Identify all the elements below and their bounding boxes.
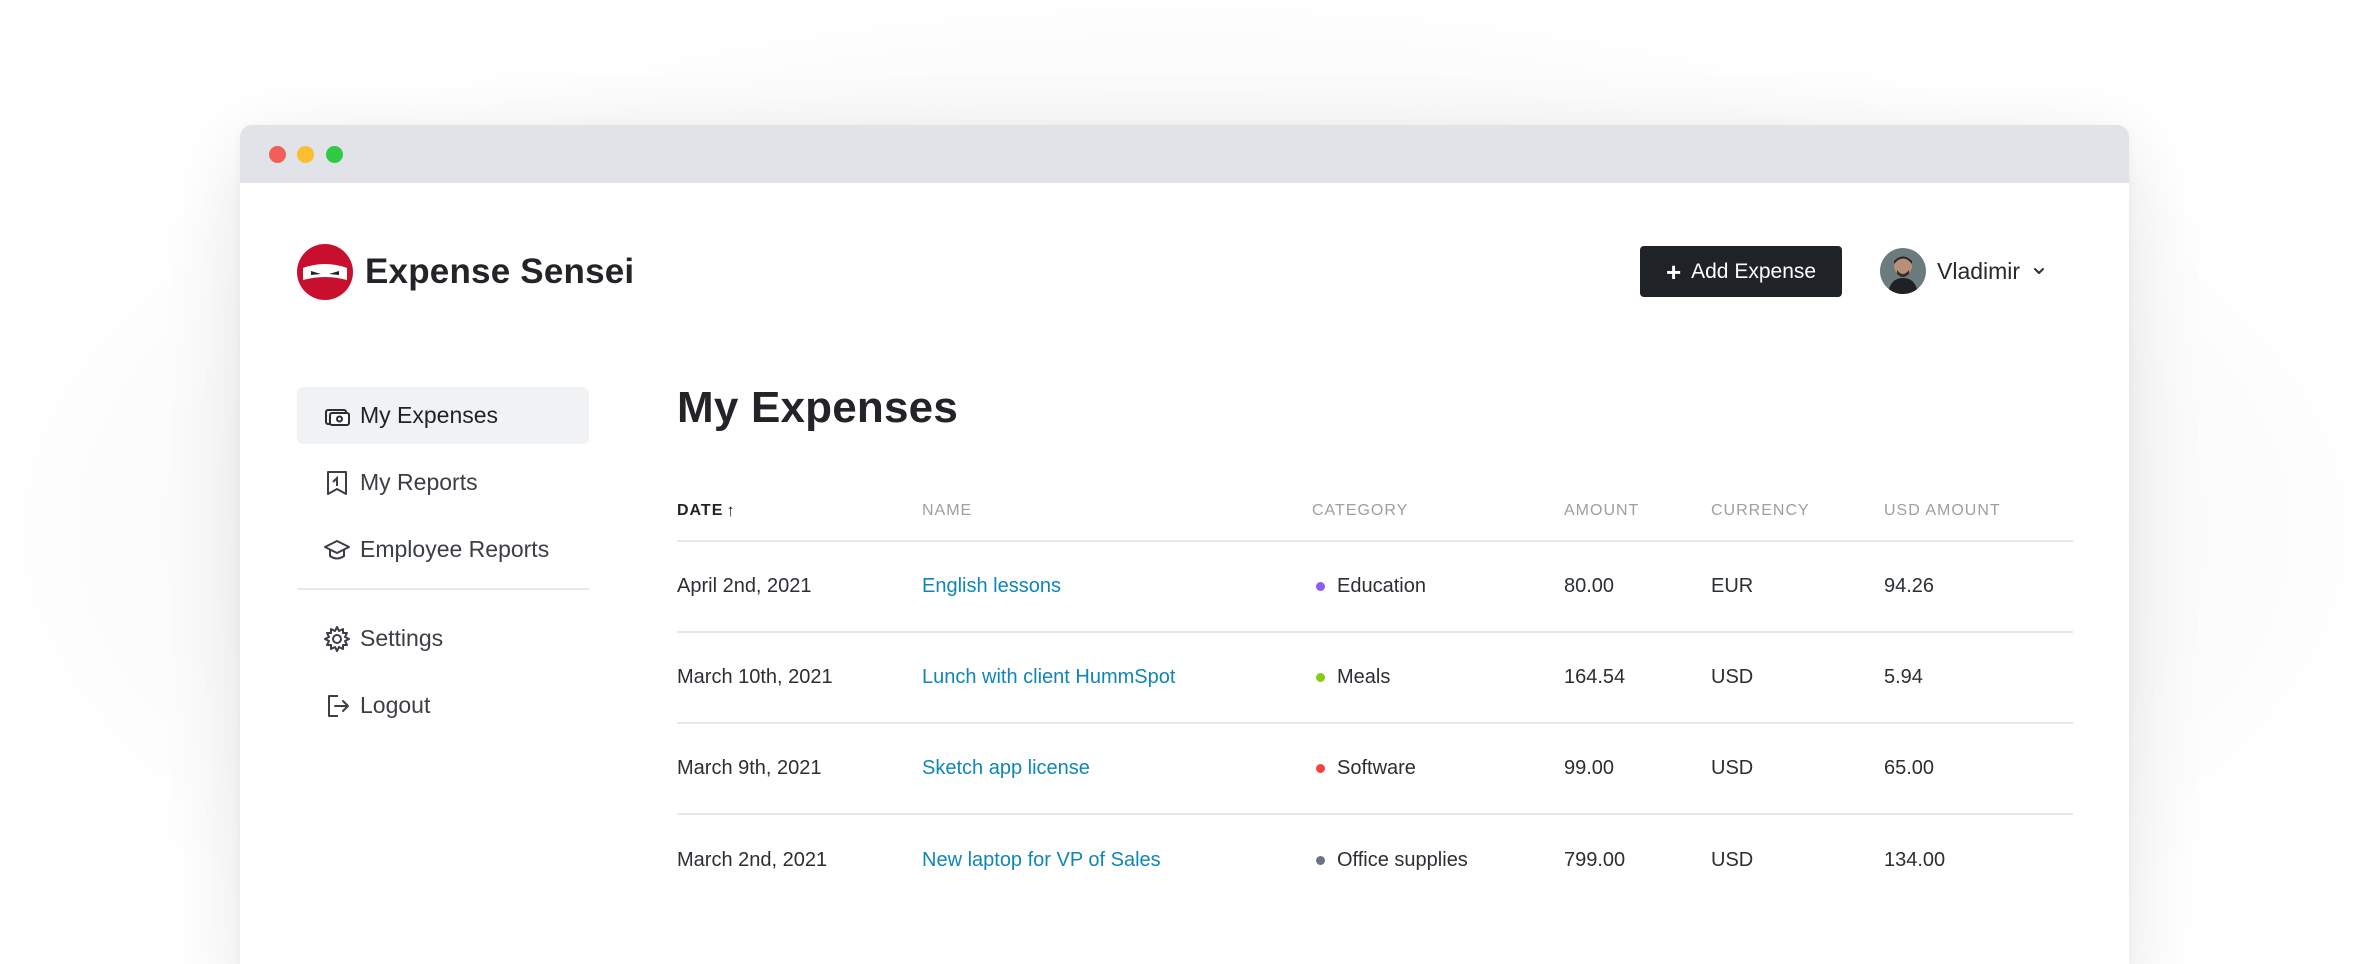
expense-name-link[interactable]: English lessons (922, 575, 1312, 598)
cell-currency: EUR (1711, 575, 1754, 597)
logout-icon (328, 694, 349, 717)
column-header-name[interactable]: NAME (922, 502, 1312, 520)
browser-window: Expense Sensei + Add Expense Vladimir My… (240, 125, 2129, 964)
column-header-category[interactable]: CATEGORY (1312, 502, 1564, 520)
cell-amount: 164.54 (1564, 666, 1626, 688)
category-dot (1316, 764, 1325, 773)
cell-currency: USD (1711, 849, 1754, 871)
chevron-down-icon (2032, 264, 2046, 278)
add-expense-button[interactable]: + Add Expense (1640, 246, 1842, 297)
expense-name-link[interactable]: New laptop for VP of Sales (922, 849, 1312, 872)
sidebar-item-employee-reports[interactable]: Employee Reports (297, 521, 589, 578)
cell-category: Education (1312, 575, 1564, 598)
cell-date: March 10th, 2021 (677, 666, 833, 688)
sidebar-item-label: My Reports (360, 469, 478, 495)
cell-usd-amount: 5.94 (1884, 666, 1923, 688)
sidebar: My Expenses My Reports Employee Reports … (297, 387, 589, 744)
cell-usd-amount: 65.00 (1884, 757, 1935, 779)
sidebar-item-settings[interactable]: Settings (297, 610, 589, 667)
column-header-usd-amount[interactable]: USD AMOUNT (1884, 502, 2073, 520)
category-dot (1316, 673, 1325, 682)
cell-usd-amount: 94.26 (1884, 575, 1935, 597)
cell-currency: USD (1711, 757, 1754, 779)
cell-currency: USD (1711, 666, 1754, 688)
cell-date: March 2nd, 2021 (677, 849, 828, 871)
gear-icon (324, 625, 350, 652)
sidebar-item-my-expenses[interactable]: My Expenses (297, 387, 589, 444)
user-menu[interactable]: Vladimir (1880, 248, 2046, 294)
plus-icon: + (1665, 256, 1682, 287)
graduation-cap-icon (324, 539, 350, 559)
cell-date: March 9th, 2021 (677, 757, 822, 779)
sidebar-item-label: Settings (360, 625, 444, 651)
column-header-currency[interactable]: CURRENCY (1711, 502, 1884, 520)
sidebar-item-label: Employee Reports (360, 536, 550, 562)
cell-category: Office supplies (1312, 849, 1564, 872)
expenses-table: DATE ↑ NAME CATEGORY AMOUNT CURRENCY USD… (677, 495, 2073, 906)
column-header-amount[interactable]: AMOUNT (1564, 502, 1711, 520)
expense-name-link[interactable]: Lunch with client HummSpot (922, 666, 1312, 689)
cell-category: Meals (1312, 666, 1564, 689)
brand[interactable]: Expense Sensei (297, 244, 634, 300)
cell-amount: 799.00 (1564, 849, 1626, 871)
page-title: My Expenses (677, 383, 959, 432)
table-row[interactable]: April 2nd, 2021 English lessons Educatio… (677, 542, 2073, 633)
table-row[interactable]: March 9th, 2021 Sketch app license Softw… (677, 724, 2073, 815)
sidebar-item-label: Logout (360, 692, 431, 718)
sidebar-divider (297, 588, 589, 590)
brand-name: Expense Sensei (365, 252, 635, 291)
table-row[interactable]: March 10th, 2021 Lunch with client HummS… (677, 633, 2073, 724)
cell-category: Software (1312, 757, 1564, 780)
user-name: Vladimir (1937, 257, 2021, 284)
report-document-icon (327, 470, 347, 495)
category-dot (1316, 856, 1325, 865)
table-row[interactable]: March 2nd, 2021 New laptop for VP of Sal… (677, 815, 2073, 906)
close-window-button[interactable] (269, 146, 286, 163)
cell-amount: 80.00 (1564, 575, 1615, 597)
sidebar-item-my-reports[interactable]: My Reports (297, 454, 589, 511)
avatar (1880, 248, 1926, 294)
window-titlebar (240, 125, 2129, 183)
category-dot (1316, 582, 1325, 591)
arrow-up-icon: ↑ (726, 500, 736, 520)
sidebar-item-logout[interactable]: Logout (297, 677, 589, 734)
zoom-window-button[interactable] (326, 146, 343, 163)
table-header: DATE ↑ NAME CATEGORY AMOUNT CURRENCY USD… (677, 495, 2073, 542)
cell-usd-amount: 134.00 (1884, 849, 1946, 871)
minimize-window-button[interactable] (297, 146, 314, 163)
ninja-logo-icon (297, 244, 353, 300)
expense-name-link[interactable]: Sketch app license (922, 757, 1312, 780)
column-header-date[interactable]: DATE ↑ (677, 501, 922, 521)
money-stack-icon (325, 408, 350, 426)
main-content: My Expenses DATE ↑ NAME CATEGORY AMOUNT … (677, 383, 2073, 906)
cell-date: April 2nd, 2021 (677, 575, 812, 597)
cell-amount: 99.00 (1564, 757, 1615, 779)
sidebar-item-label: My Expenses (360, 402, 499, 428)
add-expense-label: Add Expense (1691, 259, 1817, 283)
